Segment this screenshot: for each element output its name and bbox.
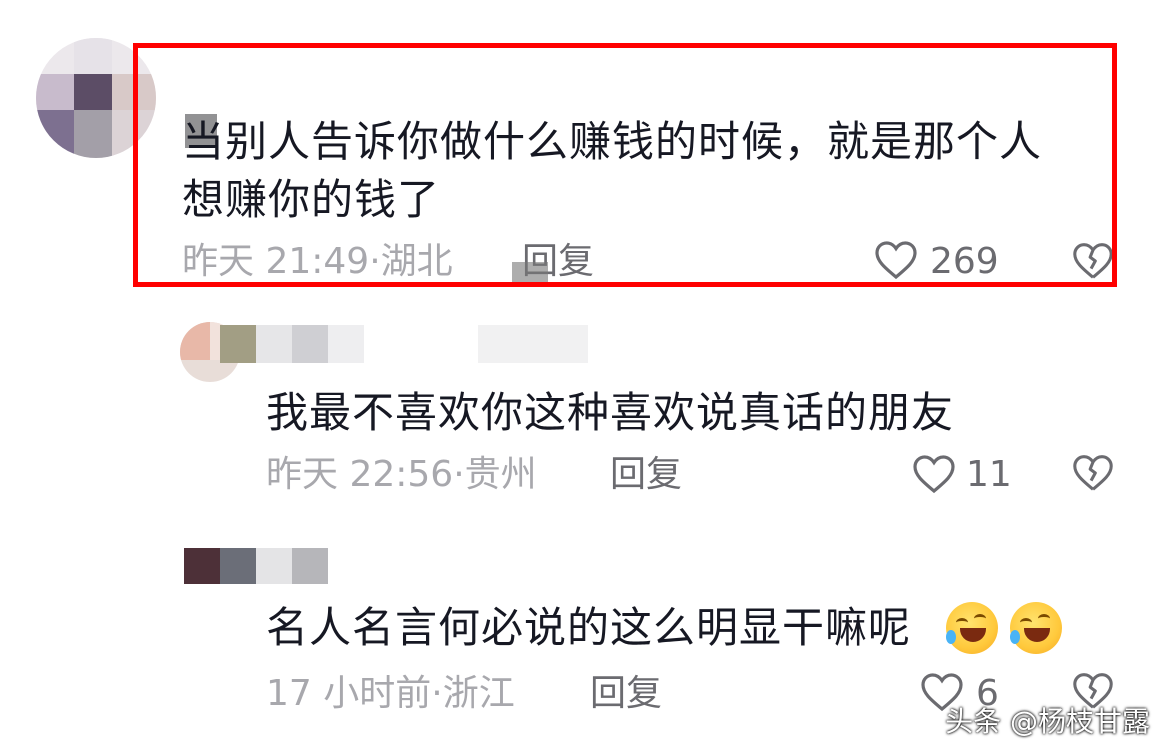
heart-outline-icon[interactable] [910,450,958,498]
reply-button[interactable]: 回复 [610,453,682,497]
rolling-on-floor-laughing-emoji [946,602,998,654]
broken-heart-icon[interactable] [1070,450,1116,496]
comment-meta: 17 小时前·浙江 [266,672,515,716]
comment-time: 17 小时前 [266,673,432,714]
comment-text: 我最不喜欢你这种喜欢说真话的朋友 [266,388,955,437]
separator: · [453,454,465,495]
reply-button[interactable]: 回复 [590,672,662,716]
like-count: 11 [966,454,1012,495]
comment-location: 浙江 [442,673,515,714]
comment-text: 名人名言何必说的这么明显干嘛呢 [266,603,912,652]
separator: · [431,673,443,714]
rolling-on-floor-laughing-emoji [1010,602,1062,654]
comment-meta: 昨天 22:56·贵州 [266,453,537,497]
watermark: 头条 @杨枝甘露 [945,705,1150,738]
highlight-box [133,43,1117,287]
comment-location: 贵州 [464,454,537,495]
comment-time: 昨天 22:56 [266,454,454,495]
